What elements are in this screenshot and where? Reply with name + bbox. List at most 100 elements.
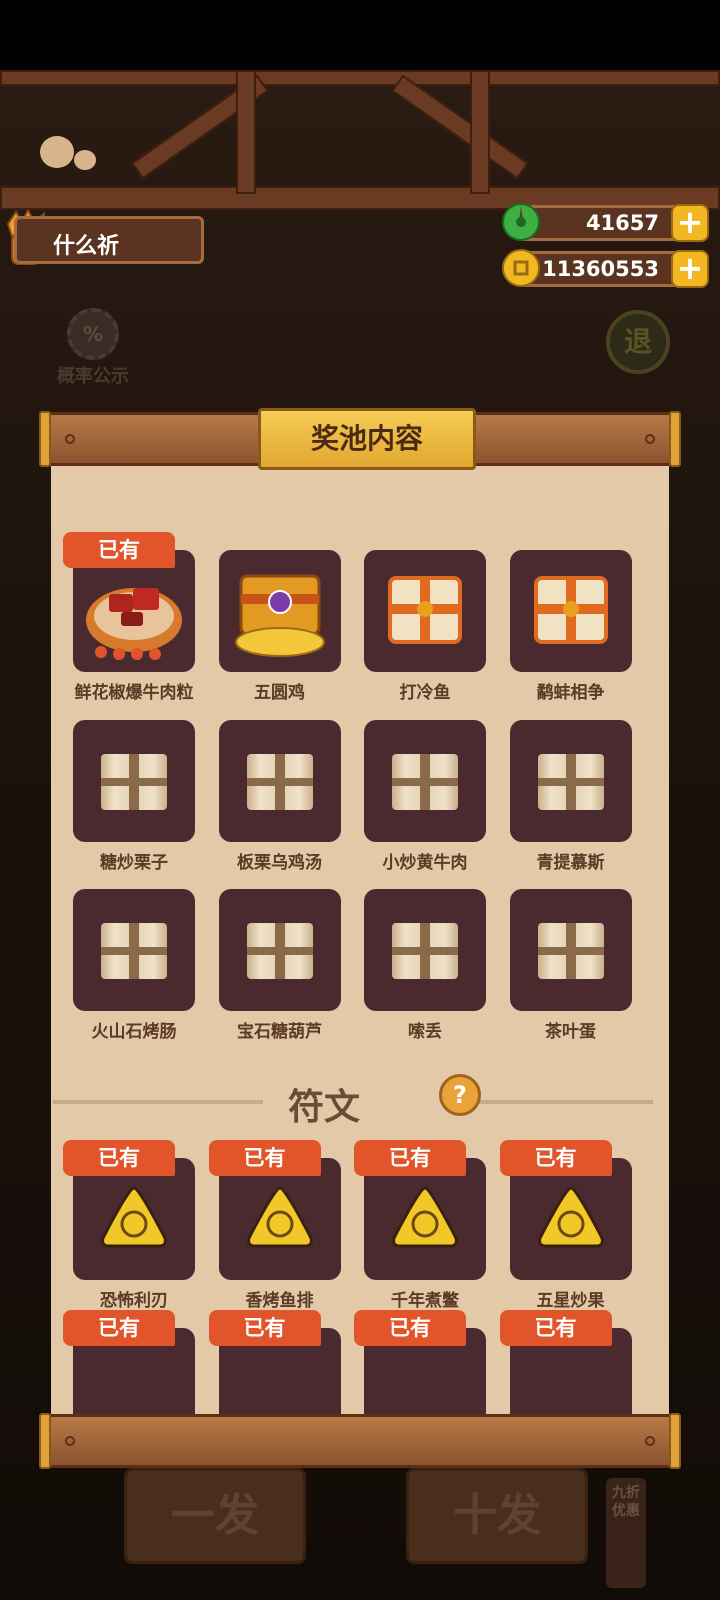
owned-badge: 已有 — [63, 1310, 175, 1346]
reward-item[interactable]: 嗦丢 — [342, 889, 490, 1042]
rune-item-frame — [509, 1158, 632, 1280]
reward-item-name: 宝石糖葫芦 — [237, 1022, 322, 1042]
bird-decoration — [74, 150, 96, 170]
recipe-scroll-icon — [537, 753, 604, 810]
rune-item[interactable]: 已有 — [197, 1310, 345, 1414]
fish-rune-icon — [246, 1186, 313, 1248]
player-name: 什么祈 — [53, 234, 120, 259]
percent-gear-icon: % — [67, 308, 119, 360]
rune-item-name: 五星炒果 — [536, 1291, 605, 1311]
rune-item[interactable]: 已有五星炒果 — [488, 1140, 636, 1311]
owned-badge: 已有 — [208, 1140, 321, 1176]
rune-item[interactable]: 已有 — [342, 1310, 490, 1414]
reward-item-frame — [509, 719, 632, 842]
reward-item-name: 鲜花椒爆牛肉粒 — [74, 683, 194, 703]
reward-item-frame — [509, 889, 632, 1011]
owned-badge: 已有 — [499, 1310, 612, 1346]
reward-item-name: 鹬蚌相争 — [536, 683, 605, 703]
rune-item[interactable]: 已有 — [51, 1310, 199, 1414]
back-button[interactable]: 退 — [606, 310, 670, 374]
reward-item-name: 嗦丢 — [408, 1022, 442, 1042]
owned-badge: 已有 — [63, 532, 175, 568]
status-bar — [0, 0, 720, 70]
discount-tag: 九折优惠 — [606, 1478, 646, 1588]
reward-item[interactable]: 打冷鱼 — [342, 550, 490, 703]
reward-item[interactable]: 鹬蚌相争 — [488, 550, 636, 703]
reward-item-frame — [218, 889, 341, 1011]
rune-item-frame — [218, 1158, 341, 1280]
owned-badge: 已有 — [499, 1140, 612, 1176]
owned-badge: 已有 — [63, 1140, 175, 1176]
reward-item-frame — [73, 719, 195, 842]
panel-title: 奖池内容 — [258, 408, 476, 470]
reward-item[interactable]: 宝石糖葫芦 — [197, 889, 345, 1042]
jade-currency: 41657 + — [502, 203, 709, 242]
roof-truss — [236, 70, 256, 194]
reward-item-name: 板栗乌鸡汤 — [237, 852, 322, 873]
recipe-scroll-icon — [392, 923, 458, 979]
reward-item-name: 火山石烤肠 — [91, 1022, 177, 1042]
reward-pool-list[interactable]: 已有 鲜花椒爆牛肉粒 五圆鸡 打冷鱼 鹬蚌相争 糖炒栗子 板栗乌鸡汤 小炒黄牛肉 青提慕斯 火山石… — [51, 466, 669, 1414]
reward-item-name: 打冷鱼 — [399, 683, 451, 703]
player-name-plate[interactable]: 什么祈 — [14, 216, 204, 264]
owned-badge: 已有 — [354, 1140, 466, 1176]
reward-item-frame — [218, 719, 341, 842]
reward-item[interactable]: 五圆鸡 — [197, 550, 345, 703]
reward-item[interactable]: 火山石烤肠 — [51, 889, 199, 1042]
rune-item-name: 千年煮鳖 — [391, 1291, 459, 1311]
rune-item[interactable]: 已有恐怖利刃 — [51, 1140, 199, 1311]
reward-item-name: 糖炒栗子 — [100, 852, 168, 873]
rune-item-name: 香烤鱼排 — [245, 1291, 314, 1311]
beef-dish-icon — [86, 588, 182, 660]
draw-one-button[interactable]: 一发 — [124, 1468, 306, 1564]
gold-currency: 11360553 + — [502, 249, 709, 288]
reward-item-name: 小炒黄牛肉 — [382, 852, 468, 873]
rune-item-frame — [364, 1158, 486, 1280]
orange-recipe-scroll-icon — [533, 576, 608, 644]
recipe-scroll-icon — [246, 753, 313, 810]
help-icon[interactable]: ? — [439, 1074, 481, 1116]
recipe-scroll-icon — [392, 753, 458, 810]
bird-decoration — [40, 136, 74, 168]
jade-amount: 41657 — [585, 211, 659, 235]
reward-item-frame — [364, 719, 486, 842]
gold-coin-icon — [502, 249, 540, 287]
rune-item-frame — [73, 1158, 195, 1280]
reward-item[interactable]: 已有鲜花椒爆牛肉粒 — [51, 532, 199, 703]
reward-item-frame — [73, 889, 195, 1011]
reward-item[interactable]: 小炒黄牛肉 — [342, 719, 490, 873]
draw-ten-button[interactable]: 十发 — [406, 1468, 588, 1564]
recipe-scroll-icon — [101, 753, 167, 810]
golden-chest-icon — [234, 574, 325, 657]
roof-beam-top — [0, 70, 720, 86]
recipe-scroll-icon — [246, 923, 313, 979]
reward-item-name: 五圆鸡 — [254, 683, 305, 703]
reward-item[interactable]: 板栗乌鸡汤 — [197, 719, 345, 873]
reward-item[interactable]: 茶叶蛋 — [488, 889, 636, 1042]
blade-rune-icon — [101, 1186, 167, 1248]
reward-item-frame — [364, 550, 486, 672]
rune-item[interactable]: 已有千年煮鳖 — [342, 1140, 490, 1311]
owned-badge: 已有 — [208, 1310, 321, 1346]
turtle-rune-icon — [392, 1186, 458, 1248]
reward-item-name: 青提慕斯 — [536, 852, 605, 873]
rune-item-name: 恐怖利刃 — [100, 1291, 168, 1311]
scroll-bottom-rod — [39, 1413, 681, 1469]
star-rune-icon — [537, 1186, 604, 1248]
rune-item[interactable]: 已有香烤鱼排 — [197, 1140, 345, 1311]
jade-coin-icon — [502, 203, 540, 241]
reward-item[interactable]: 青提慕斯 — [488, 719, 636, 873]
reward-item-name: 茶叶蛋 — [545, 1022, 596, 1042]
owned-badge: 已有 — [354, 1310, 466, 1346]
roof-truss — [391, 74, 529, 180]
reward-item-frame — [73, 550, 195, 672]
add-jade-button[interactable]: + — [671, 204, 709, 242]
reward-item-frame — [364, 889, 486, 1011]
probability-button[interactable]: % 概率公示 — [48, 308, 138, 388]
gold-amount: 11360553 — [542, 257, 659, 281]
reward-item-frame — [509, 550, 632, 672]
roof-truss — [470, 70, 490, 194]
add-gold-button[interactable]: + — [671, 250, 709, 288]
rune-item[interactable]: 已有 — [488, 1310, 636, 1414]
reward-item[interactable]: 糖炒栗子 — [51, 719, 199, 873]
